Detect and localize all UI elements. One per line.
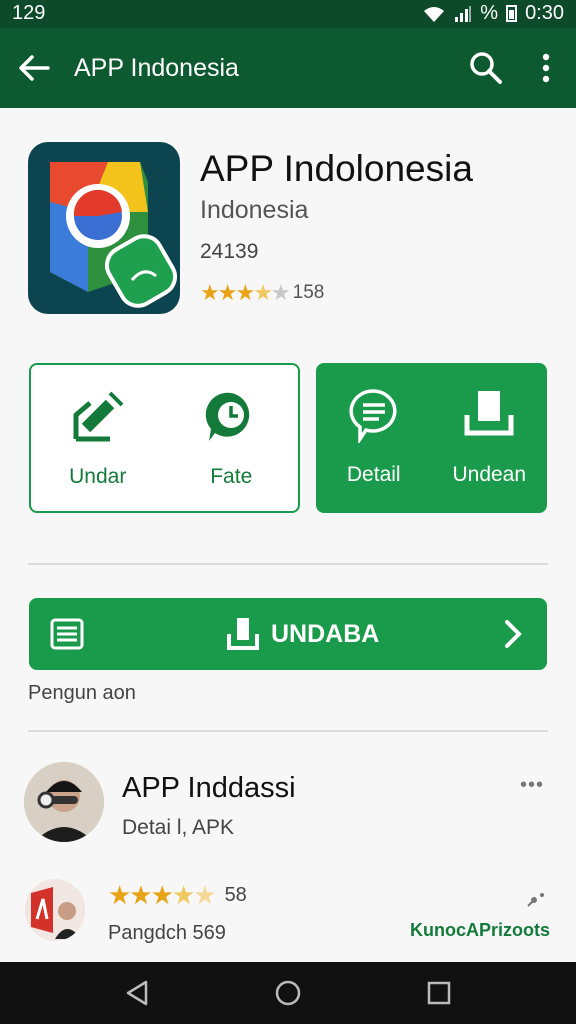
rating-row: ★★★★★ 158 (200, 280, 324, 306)
more-vert-icon[interactable] (532, 50, 560, 86)
avatar[interactable] (24, 762, 104, 842)
status-time-right: 0:30 (525, 2, 564, 24)
action-label: Detail (346, 463, 401, 486)
related-app-name[interactable]: APP Inddassi (122, 772, 296, 805)
install-label: UNDABA (271, 620, 380, 648)
related-subtitle: Pangdch 569 (108, 922, 226, 944)
action-undar-button[interactable]: Undar (31, 365, 165, 511)
status-icons: % 0:30 (422, 2, 564, 25)
search-icon[interactable] (468, 50, 504, 86)
install-caption: Pengun aon (28, 682, 136, 704)
app-name: APP Indolonesia (200, 148, 473, 189)
action-undean-button[interactable]: Undean (432, 363, 548, 513)
download-icon (227, 618, 259, 650)
battery-text: % (480, 2, 499, 24)
battery-icon (506, 5, 518, 22)
app-bar: APP Indonesia (0, 28, 576, 108)
nav-home-icon[interactable] (273, 978, 303, 1008)
related-thumbnail[interactable] (25, 879, 85, 941)
related-link[interactable]: KunocAPrizoots (410, 920, 550, 941)
action-label: Undar (69, 465, 127, 488)
related-rating-text: 58 (224, 884, 247, 906)
message-bubble-icon (349, 389, 397, 443)
rating-count: 158 (292, 282, 325, 303)
action-fate-button[interactable]: Fate (165, 365, 299, 511)
navigation-bar (0, 962, 576, 1024)
action-card-outlined: Undar Fate (29, 363, 300, 513)
status-time-left: 129 (12, 2, 46, 24)
nav-recents-icon[interactable] (424, 978, 454, 1008)
page-title: APP Indonesia (74, 54, 239, 82)
action-card-filled: Detail Undean (316, 363, 547, 513)
action-label: Undean (452, 463, 527, 486)
related-rating-row: ★★★★★ 58 (108, 880, 247, 911)
sparkle-icon (527, 893, 544, 907)
status-bar: 129 % 0:30 (0, 0, 576, 28)
arrow-left-icon[interactable] (14, 48, 54, 88)
download-tray-icon (464, 391, 514, 436)
overflow-menu-icon[interactable]: ••• (520, 774, 544, 797)
download-count: 24139 (200, 240, 259, 263)
signal-icon (455, 5, 472, 22)
list-icon (50, 618, 84, 650)
edit-home-icon (73, 391, 124, 442)
wifi-icon (424, 6, 445, 22)
divider (28, 730, 548, 732)
chevron-right-icon (505, 620, 522, 648)
nav-back-icon[interactable] (122, 978, 152, 1008)
action-label: Fate (210, 465, 253, 488)
app-publisher[interactable]: Indonesia (200, 196, 308, 225)
action-detail-button[interactable]: Detail (316, 363, 432, 513)
rating-stars: ★★★★★ (200, 280, 291, 305)
rating-stars: ★★★★★ (108, 880, 217, 910)
magnifier-app-icon (28, 142, 180, 314)
install-button[interactable]: UNDABA (29, 598, 547, 670)
related-app-subtitle: Detai l, APK (122, 816, 235, 839)
divider (28, 563, 548, 565)
clock-bubble-icon (206, 392, 250, 441)
